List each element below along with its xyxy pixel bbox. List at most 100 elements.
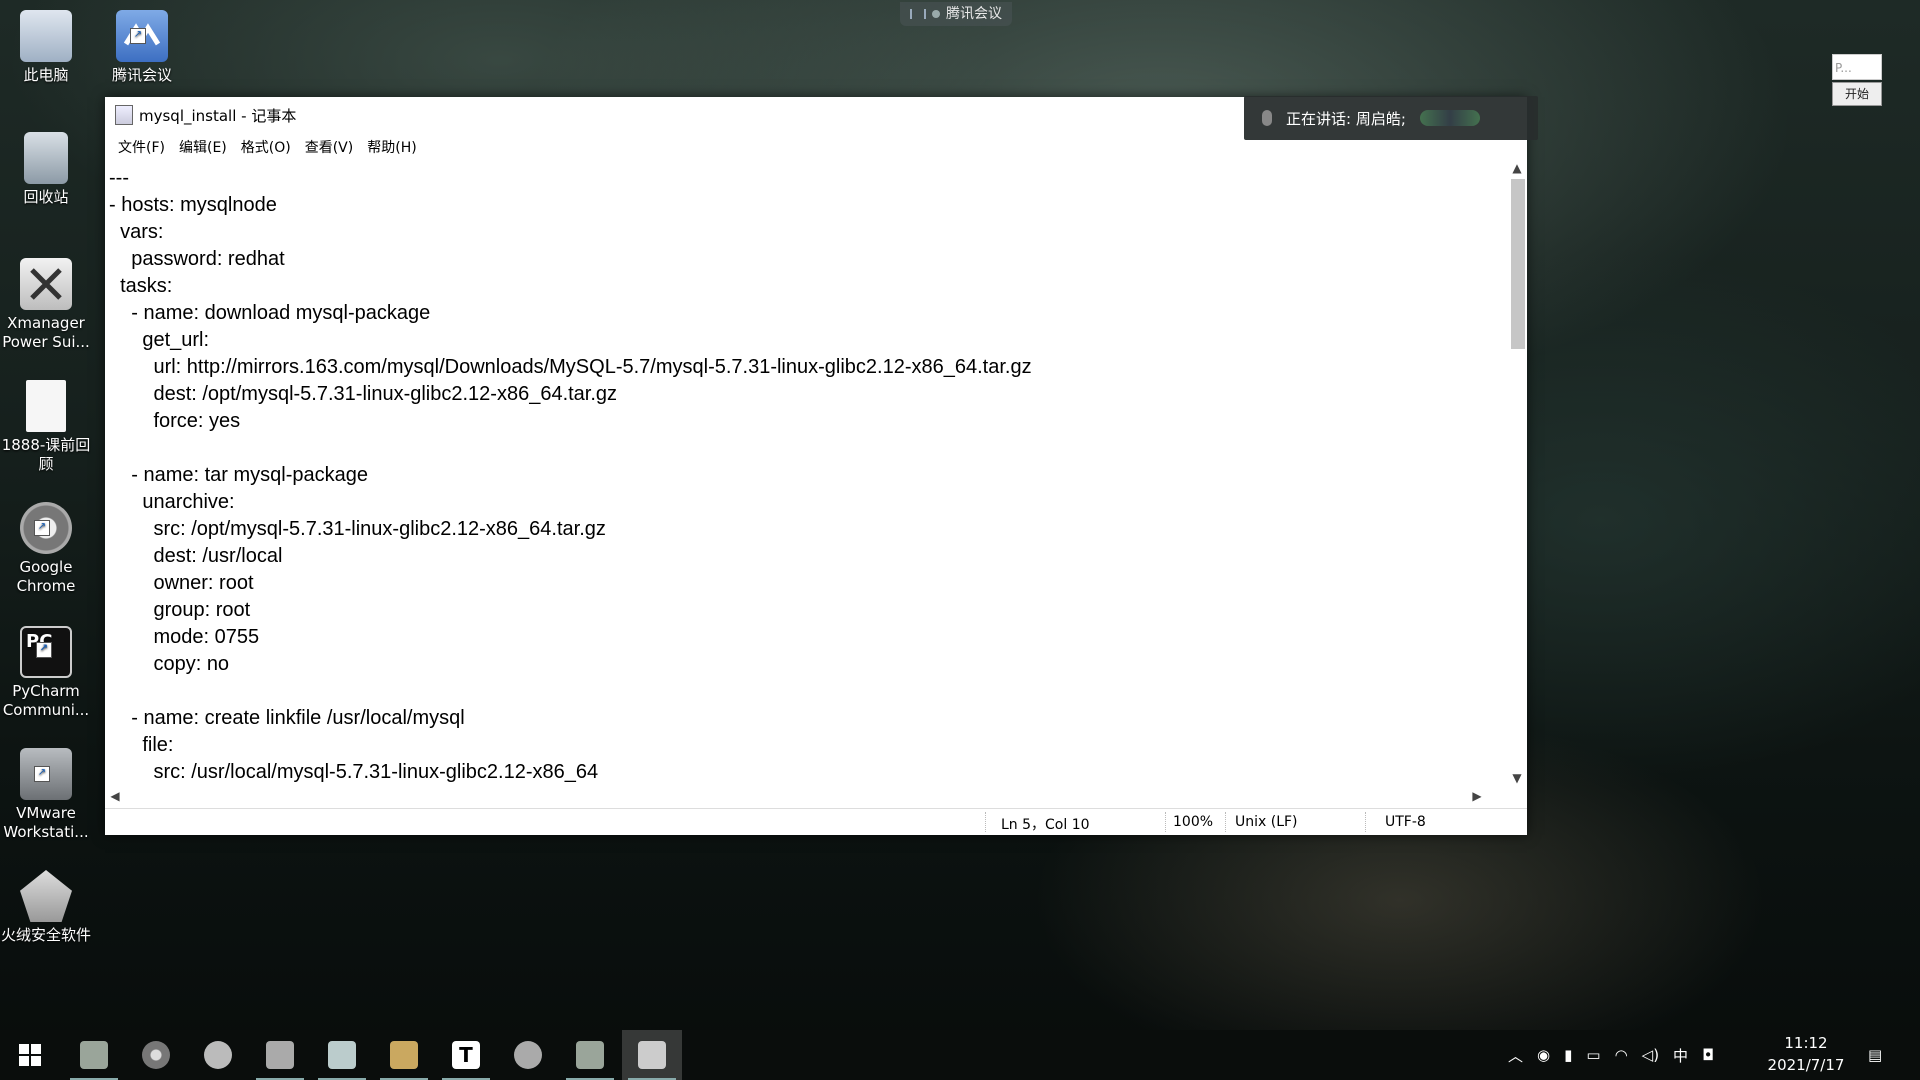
desktop-icon-label: 此电脑 [23, 66, 69, 84]
menu-help[interactable]: 帮助(H) [360, 137, 423, 157]
image-app-icon [576, 1041, 604, 1069]
taskbar-app-tencent-meeting[interactable] [312, 1030, 372, 1080]
chrome-icon [142, 1041, 170, 1069]
signal-icon [910, 9, 926, 19]
cursor-position: Ln 5，Col 10 [1001, 817, 1090, 833]
taskbar-app-wechat[interactable] [188, 1030, 248, 1080]
zoom-level: 100% [1173, 814, 1214, 830]
notepad-icon [115, 105, 133, 125]
scroll-left-icon[interactable]: ◀ [105, 789, 125, 803]
start-button[interactable]: 开始 [1832, 82, 1882, 106]
taskbar-app-folder[interactable] [374, 1030, 434, 1080]
vmware-icon [266, 1041, 294, 1069]
scroll-thumb[interactable] [1511, 179, 1525, 349]
wechat-icon [204, 1041, 232, 1069]
taskbar-app-typora[interactable]: T [436, 1030, 496, 1080]
shortcut-arrow-icon: ↗ [130, 28, 146, 44]
menu-format[interactable]: 格式(O) [234, 137, 298, 157]
notification-button[interactable]: ▤ [1868, 1030, 1882, 1080]
start-button-taskbar[interactable] [0, 1030, 60, 1080]
desktop-icon-course-file[interactable]: 1888-课前回顾 [0, 380, 92, 474]
recycle-bin-icon [24, 132, 68, 184]
mini-meeting-panel: P... 开始 [1832, 54, 1884, 110]
desktop-icon-label: Xmanager Power Sui... [2, 314, 90, 351]
tencent-meeting-icon [328, 1041, 356, 1069]
document-text[interactable]: --- - hosts: mysqlnode vars: password: r… [105, 161, 1505, 785]
desktop-icon-pycharm[interactable]: PC ↗ PyCharm Communi... [0, 626, 92, 720]
desktop-icon-label: 回收站 [23, 188, 69, 206]
chrome-icon: ↗ [20, 502, 72, 554]
pycharm-icon: PC ↗ [20, 626, 72, 678]
speaking-indicator: 正在讲话: 周启皓; [1244, 96, 1538, 140]
desktop-icon-label: 1888-课前回顾 [1, 436, 91, 473]
desktop-icon-label: PyCharm Communi... [2, 682, 90, 719]
text-editor[interactable]: --- - hosts: mysqlnode vars: password: r… [105, 161, 1505, 785]
status-dot-icon [932, 10, 940, 18]
menu-view[interactable]: 查看(V) [298, 137, 361, 157]
vmware-icon: ↗ [20, 748, 72, 800]
taskbar-app-image[interactable] [64, 1030, 124, 1080]
xmanager-icon [20, 258, 72, 310]
microphone-tray-icon[interactable]: ▮ [1564, 1046, 1572, 1064]
meeting-status-badge[interactable]: 腾讯会议 [900, 2, 1012, 26]
notepad-window: mysql_install - 记事本 文件(F) 编辑(E) 格式(O) 查看… [105, 97, 1527, 835]
line-ending: Unix (LF) [1235, 814, 1298, 830]
status-bar: Ln 5，Col 10 100% Unix (LF) UTF-8 [105, 808, 1527, 835]
taskbar-app-image-2[interactable] [560, 1030, 620, 1080]
shortcut-arrow-icon: ↗ [36, 642, 52, 658]
microphone-icon [1262, 110, 1272, 126]
notepad-icon [638, 1041, 666, 1069]
wifi-icon[interactable]: ◠ [1615, 1046, 1628, 1064]
ime-indicator[interactable]: 中 [1673, 1045, 1688, 1066]
voice-wave-icon [1419, 110, 1480, 126]
window-title: mysql_install - 记事本 [139, 106, 297, 125]
swirl-app-icon [514, 1041, 542, 1069]
clock[interactable]: 11:12 2021/7/17 [1764, 1032, 1848, 1076]
battery-icon[interactable]: ▭ [1586, 1046, 1600, 1064]
desktop-icon-recycle-bin[interactable]: 回收站 [0, 132, 92, 207]
computer-icon [20, 10, 72, 62]
qq-icon[interactable]: ◘ [1702, 1046, 1714, 1064]
desktop-icon-label: 火绒安全软件 [0, 926, 91, 944]
taskbar-app-vmware[interactable] [250, 1030, 310, 1080]
desktop-icon-vmware[interactable]: ↗ VMware Workstati... [0, 748, 92, 842]
system-tray: ︿ ◉ ▮ ▭ ◠ ◁) 中 ◘ [1508, 1030, 1714, 1080]
volume-icon[interactable]: ◁) [1642, 1046, 1659, 1064]
document-icon [26, 380, 66, 432]
speaking-label: 正在讲话: 周启皓; [1286, 109, 1406, 128]
tray-app-icon[interactable]: ◉ [1537, 1046, 1550, 1064]
taskbar-app-swirl[interactable] [498, 1030, 558, 1080]
image-app-icon [80, 1041, 108, 1069]
desktop-icon-label: 腾讯会议 [111, 66, 172, 84]
taskbar-app-chrome[interactable] [126, 1030, 186, 1080]
clock-date: 2021/7/17 [1767, 1056, 1845, 1074]
huorong-icon [20, 870, 72, 922]
desktop-icon-label: VMware Workstati... [3, 804, 89, 841]
desktop-icon-label: Google Chrome [16, 558, 76, 595]
menu-edit[interactable]: 编辑(E) [172, 137, 234, 157]
scroll-right-icon[interactable]: ▶ [1467, 789, 1487, 803]
shortcut-arrow-icon: ↗ [34, 766, 50, 782]
desktop-icon-tencent-meeting[interactable]: ↗ 腾讯会议 [96, 10, 188, 85]
desktop-icon-xmanager[interactable]: Xmanager Power Sui... [0, 258, 92, 352]
desktop-icon-this-pc[interactable]: 此电脑 [0, 10, 92, 85]
vertical-scrollbar[interactable]: ▲ ▼ [1507, 161, 1527, 785]
chevron-up-icon[interactable]: ︿ [1508, 1045, 1523, 1066]
scroll-up-icon[interactable]: ▲ [1507, 161, 1527, 175]
scroll-down-icon[interactable]: ▼ [1507, 771, 1527, 785]
menu-file[interactable]: 文件(F) [111, 137, 172, 157]
horizontal-scrollbar[interactable]: ◀ ▶ [105, 785, 1507, 807]
taskbar: T ︿ ◉ ▮ ▭ ◠ ◁) 中 ◘ 11:12 2021/7/17 ▤ [0, 1030, 1920, 1080]
notification-icon: ▤ [1868, 1046, 1883, 1064]
windows-icon [19, 1044, 41, 1066]
encoding: UTF-8 [1385, 814, 1426, 830]
shortcut-arrow-icon: ↗ [34, 520, 50, 536]
taskbar-app-notepad[interactable] [622, 1030, 682, 1080]
tencent-meeting-icon: ↗ [116, 10, 168, 62]
folder-icon [390, 1041, 418, 1069]
clock-time: 11:12 [1784, 1034, 1828, 1052]
desktop-icon-google-chrome[interactable]: ↗ Google Chrome [0, 502, 92, 596]
typora-icon: T [452, 1041, 480, 1069]
mini-panel-input[interactable]: P... [1832, 54, 1882, 80]
desktop-icon-huorong[interactable]: 火绒安全软件 [0, 870, 92, 945]
